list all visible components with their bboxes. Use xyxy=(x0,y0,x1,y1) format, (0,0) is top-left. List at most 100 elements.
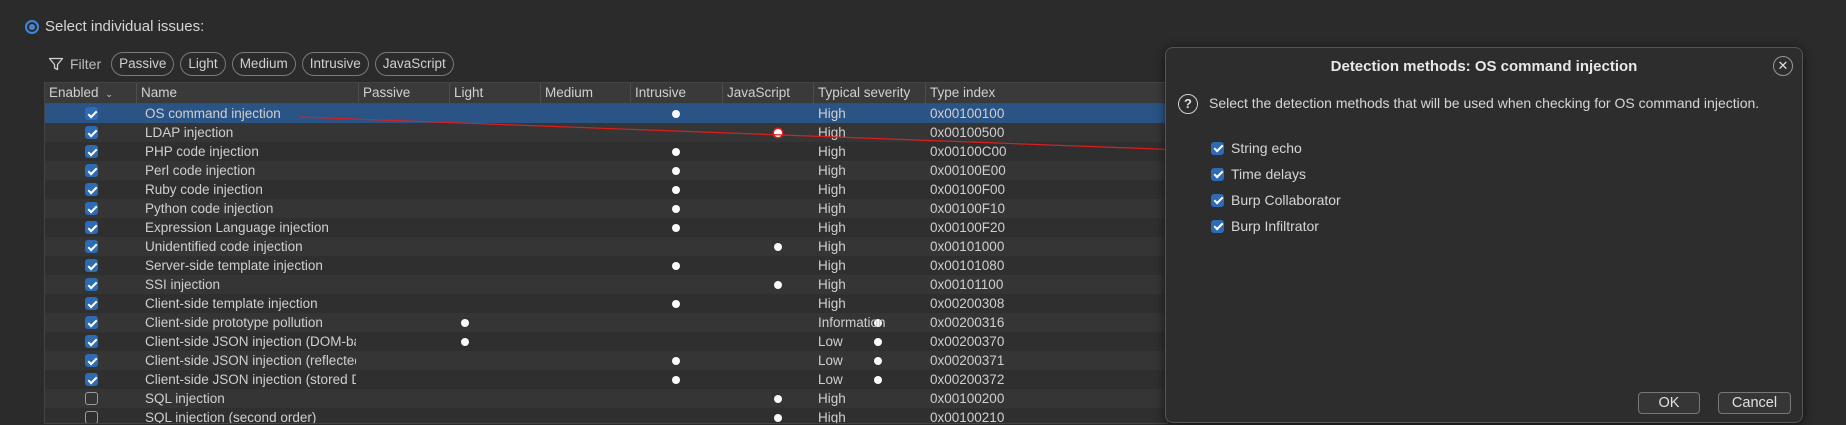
detection-methods-dialog: Detection methods: OS command injection … xyxy=(1165,47,1803,423)
table-row[interactable]: SQL injection High 0x00100200 xyxy=(45,389,1167,408)
type-index: 0x00200308 xyxy=(930,296,1005,311)
issue-name: SSI injection xyxy=(145,277,221,292)
select-individual-issues-radio[interactable]: Select individual issues: xyxy=(25,18,204,35)
table-row[interactable]: Perl code injection High 0x00100E00 xyxy=(45,161,1167,180)
medium-indicator-dot xyxy=(672,300,680,308)
option-label: Burp Collaborator xyxy=(1231,192,1341,208)
typical-severity: High xyxy=(818,144,846,159)
column-header-type-index[interactable]: Type index xyxy=(926,83,1167,103)
issue-name: Python code injection xyxy=(145,201,274,216)
column-header-enabled[interactable]: Enabled ⌄ xyxy=(45,83,137,103)
table-row[interactable]: Server-side template injection High 0x0010… xyxy=(45,256,1167,275)
typical-severity: High xyxy=(818,296,846,311)
table-row[interactable]: Client-side prototype pollution Informati… xyxy=(45,313,1167,332)
enabled-checkbox[interactable] xyxy=(85,107,98,120)
enabled-checkbox[interactable] xyxy=(85,240,98,253)
typical-severity: High xyxy=(818,201,846,216)
enabled-checkbox[interactable] xyxy=(85,354,98,367)
filter-chip-intrusive[interactable]: Intrusive xyxy=(301,52,369,76)
medium-indicator-dot xyxy=(672,262,680,270)
option-burp-infiltrator[interactable]: Burp Infiltrator xyxy=(1211,218,1319,234)
enabled-checkbox[interactable] xyxy=(85,259,98,272)
checkbox-time-delays[interactable] xyxy=(1211,167,1224,181)
enabled-checkbox[interactable] xyxy=(85,278,98,291)
enabled-checkbox[interactable] xyxy=(85,392,98,405)
issue-name: Client-side template injection xyxy=(145,296,318,311)
table-row[interactable]: Ruby code injection High 0x00100F00 xyxy=(45,180,1167,199)
enabled-checkbox[interactable] xyxy=(85,316,98,329)
table-row[interactable]: Python code injection High 0x00100F10 xyxy=(45,199,1167,218)
type-index: 0x00100F10 xyxy=(930,201,1006,216)
typical-severity: High xyxy=(818,258,846,273)
table-row[interactable]: Expression Language injection High 0x00100… xyxy=(45,218,1167,237)
filter-chip-passive[interactable]: Passive xyxy=(111,52,175,76)
column-header-passive[interactable]: Passive xyxy=(359,83,450,103)
enabled-checkbox[interactable] xyxy=(85,126,98,139)
issue-name: Client-side JSON injection (DOM-based) xyxy=(145,334,356,349)
filter-chip-javascript[interactable]: JavaScript xyxy=(374,52,454,76)
table-row[interactable]: Client-side JSON injection (reflected D.… xyxy=(45,351,1167,370)
table-row[interactable]: Unidentified code injection High 0x0010100… xyxy=(45,237,1167,256)
ok-button[interactable]: OK xyxy=(1638,392,1700,414)
enabled-checkbox[interactable] xyxy=(85,221,98,234)
table-row[interactable]: Client-side JSON injection (DOM-based) Lo… xyxy=(45,332,1167,351)
enabled-checkbox[interactable] xyxy=(85,373,98,386)
intrusive-indicator-dot xyxy=(774,414,782,422)
intrusive-indicator-dot xyxy=(774,243,782,251)
dialog-title: Detection methods: OS command injection xyxy=(1330,58,1638,75)
typical-severity: High xyxy=(818,277,846,292)
column-header-typical-severity[interactable]: Typical severity xyxy=(814,83,926,103)
cancel-button[interactable]: Cancel xyxy=(1718,392,1791,414)
option-label: Time delays xyxy=(1231,166,1306,182)
filter-chip-light[interactable]: Light xyxy=(180,52,226,76)
column-header-light[interactable]: Light xyxy=(450,83,541,103)
radio-selected-icon[interactable] xyxy=(25,19,39,34)
issue-name: Unidentified code injection xyxy=(145,239,303,254)
type-index: 0x00100210 xyxy=(930,410,1005,424)
typical-severity: Low xyxy=(818,372,843,387)
option-burp-collaborator[interactable]: Burp Collaborator xyxy=(1211,192,1341,208)
column-header-name[interactable]: Name xyxy=(137,83,359,103)
table-row[interactable]: OS command injection High 0x00100100 xyxy=(45,104,1167,123)
checkbox-burp-collaborator[interactable] xyxy=(1211,193,1224,207)
table-row[interactable]: Client-side JSON injection (stored DO...… xyxy=(45,370,1167,389)
option-string-echo[interactable]: String echo xyxy=(1211,140,1302,156)
medium-indicator-dot xyxy=(672,167,680,175)
column-header-intrusive[interactable]: Intrusive xyxy=(631,83,723,103)
table-row[interactable]: SSI injection High 0x00101100 xyxy=(45,275,1167,294)
issue-name: PHP code injection xyxy=(145,144,259,159)
option-label: String echo xyxy=(1231,140,1302,156)
enabled-checkbox[interactable] xyxy=(85,164,98,177)
enabled-checkbox[interactable] xyxy=(85,335,98,348)
chevron-down-icon: ⌄ xyxy=(105,89,113,99)
issue-name: LDAP injection xyxy=(145,125,234,140)
table-row[interactable]: SQL injection (second order) High 0x001002… xyxy=(45,408,1167,424)
column-header-javascript[interactable]: JavaScript xyxy=(723,83,814,103)
intrusive-indicator-dot xyxy=(774,281,782,289)
issue-name: Expression Language injection xyxy=(145,220,329,235)
typical-severity: High xyxy=(818,125,846,140)
typical-severity: High xyxy=(818,220,846,235)
enabled-checkbox[interactable] xyxy=(85,297,98,310)
enabled-checkbox[interactable] xyxy=(85,183,98,196)
checkbox-string-echo[interactable] xyxy=(1211,141,1224,155)
enabled-checkbox[interactable] xyxy=(85,202,98,215)
table-row[interactable]: Client-side template injection High 0x0020… xyxy=(45,294,1167,313)
filter-icon[interactable] xyxy=(48,56,64,72)
typical-severity: Low xyxy=(818,334,843,349)
issues-table: Enabled ⌄ Name Passive Light Medium Intr… xyxy=(44,82,1168,424)
enabled-checkbox[interactable] xyxy=(85,145,98,158)
table-row[interactable]: PHP code injection High 0x00100C00 xyxy=(45,142,1167,161)
column-header-medium[interactable]: Medium xyxy=(541,83,631,103)
option-time-delays[interactable]: Time delays xyxy=(1211,166,1306,182)
filter-chip-medium[interactable]: Medium xyxy=(231,52,296,76)
type-index: 0x00101100 xyxy=(930,277,1004,292)
radio-label: Select individual issues: xyxy=(45,18,205,35)
medium-indicator-dot xyxy=(672,110,680,118)
issue-name: OS command injection xyxy=(145,106,281,121)
checkbox-burp-infiltrator[interactable] xyxy=(1211,219,1224,233)
close-icon[interactable]: ✕ xyxy=(1773,56,1793,76)
medium-indicator-dot xyxy=(672,357,680,365)
table-row[interactable]: LDAP injection High 0x00100500 xyxy=(45,123,1167,142)
enabled-checkbox[interactable] xyxy=(85,411,98,423)
